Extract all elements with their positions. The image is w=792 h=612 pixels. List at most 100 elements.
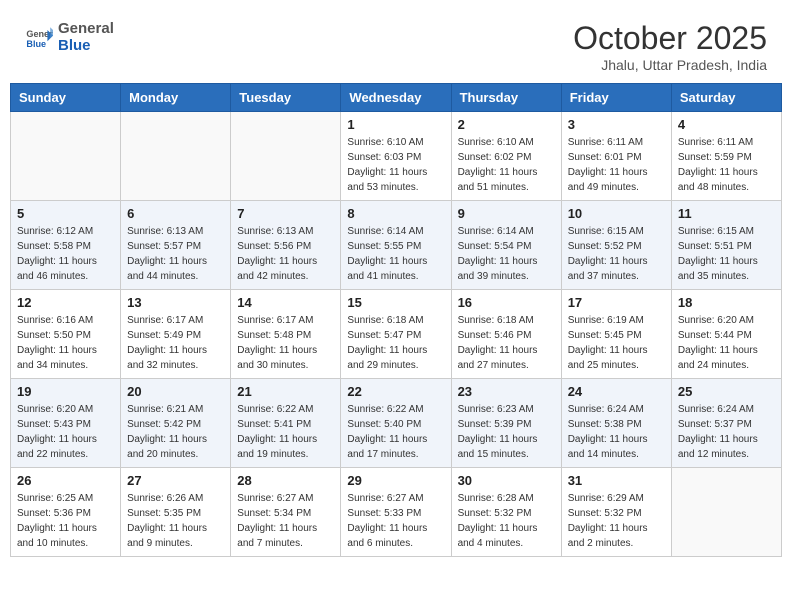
calendar-header-row: SundayMondayTuesdayWednesdayThursdayFrid… [11,84,782,112]
calendar-cell: 31Sunrise: 6:29 AMSunset: 5:32 PMDayligh… [561,468,671,557]
logo-blue-text: Blue [58,37,114,54]
calendar-cell [121,112,231,201]
day-info: Sunrise: 6:19 AMSunset: 5:45 PMDaylight:… [568,313,665,373]
month-title: October 2025 [573,20,767,57]
day-info: Sunrise: 6:23 AMSunset: 5:39 PMDaylight:… [458,402,555,462]
day-info: Sunrise: 6:16 AMSunset: 5:50 PMDaylight:… [17,313,114,373]
day-info: Sunrise: 6:24 AMSunset: 5:37 PMDaylight:… [678,402,775,462]
day-info: Sunrise: 6:17 AMSunset: 5:49 PMDaylight:… [127,313,224,373]
day-info: Sunrise: 6:26 AMSunset: 5:35 PMDaylight:… [127,491,224,551]
calendar-cell: 15 Sunrise: 6:18 AMSunset: 5:47 PMDayligh… [341,290,451,379]
day-info: Sunrise: 6:22 AMSunset: 5:41 PMDaylight:… [237,402,334,462]
calendar-cell: 1 Sunrise: 6:10 AMSunset: 6:03 PMDaylight… [341,112,451,201]
day-info: Sunrise: 6:28 AMSunset: 5:32 PMDaylight:… [458,491,555,551]
day-info: Sunrise: 6:18 AMSunset: 5:46 PMDaylight:… [458,313,555,373]
day-number: 11 [678,206,775,221]
day-info: Sunrise: 6:15 AMSunset: 5:51 PMDaylight:… [678,224,775,284]
calendar-cell: 17 Sunrise: 6:19 AMSunset: 5:45 PMDayligh… [561,290,671,379]
day-number: 17 [568,295,665,310]
calendar-cell [231,112,341,201]
calendar-cell: 9 Sunrise: 6:14 AMSunset: 5:54 PMDaylight… [451,201,561,290]
day-number: 5 [17,206,114,221]
calendar-cell: 13 Sunrise: 6:17 AMSunset: 5:49 PMDayligh… [121,290,231,379]
calendar-cell: 20Sunrise: 6:21 AMSunset: 5:42 PMDayligh… [121,379,231,468]
day-info: Sunrise: 6:13 AMSunset: 5:56 PMDaylight:… [237,224,334,284]
day-info: Sunrise: 6:18 AMSunset: 5:47 PMDaylight:… [347,313,444,373]
day-info: Sunrise: 6:10 AMSunset: 6:02 PMDaylight:… [458,135,555,195]
day-info: Sunrise: 6:20 AMSunset: 5:43 PMDaylight:… [17,402,114,462]
calendar-week-row: 5 Sunrise: 6:12 AMSunset: 5:58 PMDaylight… [11,201,782,290]
day-number: 2 [458,117,555,132]
day-number: 27 [127,473,224,488]
calendar-cell: 5 Sunrise: 6:12 AMSunset: 5:58 PMDaylight… [11,201,121,290]
weekday-header-friday: Friday [561,84,671,112]
day-number: 14 [237,295,334,310]
day-number: 13 [127,295,224,310]
logo: General Blue General Blue [25,20,114,54]
day-info: Sunrise: 6:14 AMSunset: 5:55 PMDaylight:… [347,224,444,284]
day-number: 29 [347,473,444,488]
calendar-cell: 4Sunrise: 6:11 AMSunset: 5:59 PMDaylight… [671,112,781,201]
day-number: 24 [568,384,665,399]
calendar-cell: 22 Sunrise: 6:22 AMSunset: 5:40 PMDayligh… [341,379,451,468]
weekday-header-thursday: Thursday [451,84,561,112]
day-number: 1 [347,117,444,132]
weekday-header-saturday: Saturday [671,84,781,112]
calendar-cell: 2 Sunrise: 6:10 AMSunset: 6:02 PMDaylight… [451,112,561,201]
calendar-cell: 28 Sunrise: 6:27 AMSunset: 5:34 PMDayligh… [231,468,341,557]
day-number: 10 [568,206,665,221]
logo-general-text: General [58,20,114,37]
calendar-cell: 29 Sunrise: 6:27 AMSunset: 5:33 PMDayligh… [341,468,451,557]
day-number: 28 [237,473,334,488]
calendar-cell: 18 Sunrise: 6:20 AMSunset: 5:44 PMDayligh… [671,290,781,379]
calendar-cell: 19 Sunrise: 6:20 AMSunset: 5:43 PMDayligh… [11,379,121,468]
day-info: Sunrise: 6:25 AMSunset: 5:36 PMDaylight:… [17,491,114,551]
day-info: Sunrise: 6:10 AMSunset: 6:03 PMDaylight:… [347,135,444,195]
calendar-cell: 30 Sunrise: 6:28 AMSunset: 5:32 PMDayligh… [451,468,561,557]
calendar-cell: 12 Sunrise: 6:16 AMSunset: 5:50 PMDayligh… [11,290,121,379]
calendar-week-row: 19 Sunrise: 6:20 AMSunset: 5:43 PMDayligh… [11,379,782,468]
svg-text:Blue: Blue [26,39,46,49]
weekday-header-wednesday: Wednesday [341,84,451,112]
day-number: 19 [17,384,114,399]
calendar-week-row: 12 Sunrise: 6:16 AMSunset: 5:50 PMDayligh… [11,290,782,379]
day-number: 26 [17,473,114,488]
calendar-cell: 25 Sunrise: 6:24 AMSunset: 5:37 PMDayligh… [671,379,781,468]
day-number: 3 [568,117,665,132]
calendar-cell: 11 Sunrise: 6:15 AMSunset: 5:51 PMDayligh… [671,201,781,290]
day-info: Sunrise: 6:11 AMSunset: 6:01 PMDaylight:… [568,135,665,195]
day-info: Sunrise: 6:20 AMSunset: 5:44 PMDaylight:… [678,313,775,373]
day-info: Sunrise: 6:17 AMSunset: 5:48 PMDaylight:… [237,313,334,373]
day-number: 21 [237,384,334,399]
day-number: 4 [678,117,775,132]
day-number: 8 [347,206,444,221]
day-number: 20 [127,384,224,399]
day-info: Sunrise: 6:27 AMSunset: 5:34 PMDaylight:… [237,491,334,551]
day-info: Sunrise: 6:27 AMSunset: 5:33 PMDaylight:… [347,491,444,551]
calendar-cell [671,468,781,557]
day-info: Sunrise: 6:22 AMSunset: 5:40 PMDaylight:… [347,402,444,462]
day-number: 30 [458,473,555,488]
calendar-cell: 27 Sunrise: 6:26 AMSunset: 5:35 PMDayligh… [121,468,231,557]
calendar-cell: 14 Sunrise: 6:17 AMSunset: 5:48 PMDayligh… [231,290,341,379]
calendar-cell: 23 Sunrise: 6:23 AMSunset: 5:39 PMDayligh… [451,379,561,468]
calendar-cell: 26 Sunrise: 6:25 AMSunset: 5:36 PMDayligh… [11,468,121,557]
calendar-table: SundayMondayTuesdayWednesdayThursdayFrid… [10,83,782,557]
weekday-header-sunday: Sunday [11,84,121,112]
day-number: 15 [347,295,444,310]
calendar-cell: 8 Sunrise: 6:14 AMSunset: 5:55 PMDaylight… [341,201,451,290]
day-info: Sunrise: 6:14 AMSunset: 5:54 PMDaylight:… [458,224,555,284]
day-number: 25 [678,384,775,399]
day-number: 7 [237,206,334,221]
day-info: Sunrise: 6:12 AMSunset: 5:58 PMDaylight:… [17,224,114,284]
day-number: 18 [678,295,775,310]
weekday-header-monday: Monday [121,84,231,112]
day-number: 23 [458,384,555,399]
day-info: Sunrise: 6:24 AMSunset: 5:38 PMDaylight:… [568,402,665,462]
location: Jhalu, Uttar Pradesh, India [573,57,767,73]
day-number: 9 [458,206,555,221]
weekday-header-tuesday: Tuesday [231,84,341,112]
day-number: 22 [347,384,444,399]
calendar-week-row: 26 Sunrise: 6:25 AMSunset: 5:36 PMDayligh… [11,468,782,557]
day-number: 12 [17,295,114,310]
